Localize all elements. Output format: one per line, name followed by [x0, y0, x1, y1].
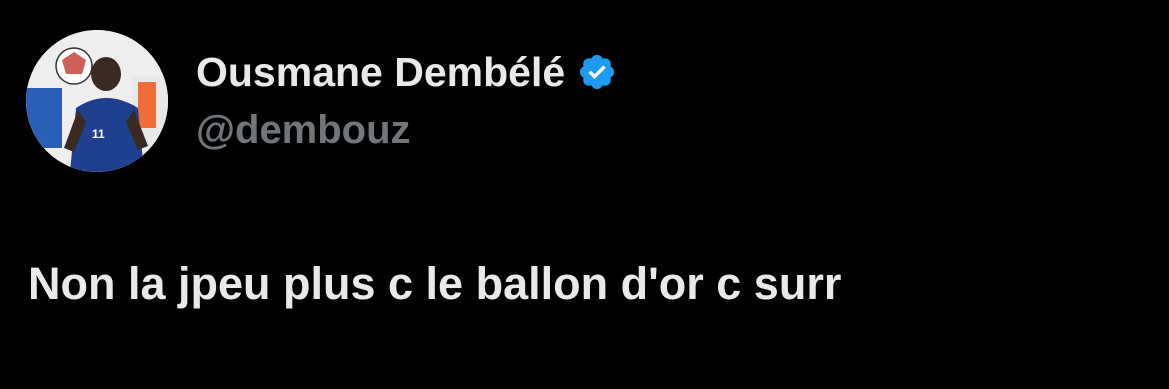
author-display-name[interactable]: Ousmane Dembélé	[196, 49, 565, 96]
avatar-image: 11	[26, 30, 168, 172]
svg-text:11: 11	[92, 127, 105, 141]
author-name-row: Ousmane Dembélé	[196, 46, 617, 98]
tweet-card: 11 Ousmane Dembélé @dembouz Non la jpeu …	[0, 0, 1169, 389]
tweet-text: Non la jpeu plus c le ballon d'or c surr	[28, 258, 842, 309]
author-avatar[interactable]: 11	[26, 30, 168, 172]
author-handle[interactable]: @dembouz	[196, 108, 411, 153]
verified-badge-icon	[577, 52, 617, 92]
